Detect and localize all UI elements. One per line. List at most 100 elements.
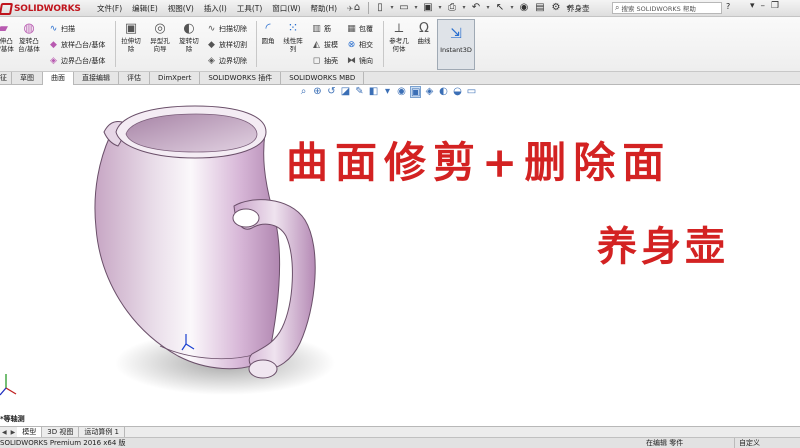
loft-boss-button[interactable]: ◆ 放样凸台/基体	[48, 39, 105, 51]
quick-access-toolbar: ⌂ ▯ ▾ ▭ ▾ ▣ ▾ ⎙ ▾ ↶ ▾ ↖ ▾ ◉ ▤ ⚙ ▾	[350, 1, 571, 15]
handle-top-attachment	[232, 208, 260, 228]
menu-edit[interactable]: 编辑(E)	[127, 3, 163, 14]
tab-model[interactable]: 模型	[17, 426, 43, 438]
menu-view[interactable]: 视图(V)	[163, 3, 199, 14]
hole-wizard-button[interactable]: ◎ 异型孔 向导	[147, 21, 173, 53]
minimize-icon[interactable]: –	[761, 1, 766, 11]
swept-cut-button[interactable]: ∿ 扫描切除	[206, 23, 247, 35]
new-document-icon[interactable]: ▯	[373, 1, 387, 15]
video-title: 曲面修剪+删除面	[286, 138, 672, 187]
home-icon[interactable]: ⌂	[350, 1, 364, 15]
shell-icon: ◻	[312, 55, 321, 66]
search-icon: ⌕	[615, 3, 620, 12]
zoom-to-area-icon[interactable]: ⊕	[312, 86, 323, 98]
shaded-with-edges-icon[interactable]: ▣	[410, 86, 421, 98]
fillet-button[interactable]: ◜ 圆角	[258, 21, 278, 46]
product-version: SOLIDWORKS Premium 2016 x64 版	[0, 439, 126, 447]
draft-icon: ◭	[313, 39, 320, 50]
menu-tools[interactable]: 工具(T)	[232, 3, 267, 14]
open-dropdown-icon[interactable]: ▾	[413, 1, 419, 15]
select-cursor-icon[interactable]: ↖	[493, 1, 507, 15]
select-dropdown-icon[interactable]: ▾	[509, 1, 515, 15]
fillet-label: 圆角	[261, 37, 275, 45]
display-style-icon[interactable]: ◉	[396, 86, 407, 98]
boundary-cut-button[interactable]: ◈ 边界切除	[206, 55, 247, 67]
tab-features[interactable]: 征	[0, 72, 12, 85]
open-folder-icon[interactable]: ▭	[397, 1, 411, 15]
rib-button[interactable]: ▥ 筋	[311, 23, 331, 35]
hide-show-items-icon[interactable]: ◈	[424, 86, 435, 98]
options-gear-icon[interactable]: ⚙	[549, 1, 563, 15]
tab-scroll-prev-icon[interactable]: ▶	[9, 429, 18, 436]
undo-icon[interactable]: ↶	[469, 1, 483, 15]
linear-pattern-button[interactable]: ⁙ 线性阵 列	[281, 21, 305, 53]
curves-button[interactable]: Ω 曲线	[414, 21, 434, 46]
lofted-cut-icon: ◆	[208, 39, 215, 50]
edit-appearance-icon[interactable]: ◐	[438, 86, 449, 98]
previous-view-icon[interactable]: ↺	[326, 86, 337, 98]
boundary-boss-icon: ◈	[50, 55, 57, 66]
apply-scene-icon[interactable]: ◒	[452, 86, 463, 98]
reference-geometry-label: 参考几 何体	[389, 37, 409, 53]
tab-direct-editing[interactable]: 直接编辑	[74, 72, 119, 85]
display-style-dropdown-icon[interactable]: ▾	[382, 86, 393, 98]
kettle-body	[94, 122, 281, 370]
save-icon[interactable]: ▣	[421, 1, 435, 15]
help-controls: ?	[726, 2, 730, 11]
extrude-cut-icon: ▣	[124, 21, 138, 36]
tab-motion-study[interactable]: 运动算例 1	[79, 426, 126, 438]
view-settings-icon[interactable]: ▭	[466, 86, 477, 98]
undo-dropdown-icon[interactable]: ▾	[485, 1, 491, 15]
tab-surfaces[interactable]: 曲面	[43, 72, 74, 85]
dynamic-annotation-icon[interactable]: ✎	[354, 86, 365, 98]
tab-scroll-first-icon[interactable]: ◀	[0, 429, 9, 436]
revolve-boss-button[interactable]: ◍ 旋转凸 台/基体	[15, 21, 43, 53]
view-orientation-icon[interactable]: ◧	[368, 86, 379, 98]
file-properties-icon[interactable]: ▤	[533, 1, 547, 15]
save-dropdown-icon[interactable]: ▾	[437, 1, 443, 15]
solidworks-logo: SOLIDWORKS	[0, 1, 81, 16]
help-search-box[interactable]: ⌕ 搜索 SOLIDWORKS 帮助	[612, 2, 722, 14]
menu-file[interactable]: 文件(F)	[92, 3, 127, 14]
extrude-cut-button[interactable]: ▣ 拉伸切 除	[119, 21, 143, 53]
section-view-icon[interactable]: ◪	[340, 86, 351, 98]
menu-window[interactable]: 窗口(W)	[267, 3, 305, 14]
tab-evaluate[interactable]: 评估	[119, 72, 150, 85]
boundary-boss-button[interactable]: ◈ 边界凸台/基体	[48, 55, 105, 67]
print-icon[interactable]: ⎙	[445, 1, 459, 15]
tab-dimxpert[interactable]: DimXpert	[150, 72, 201, 85]
draft-button[interactable]: ◭ 拔模	[311, 39, 338, 51]
reference-geometry-button[interactable]: ⟂ 参考几 何体	[386, 21, 412, 53]
lofted-cut-button[interactable]: ◆ 放样切割	[206, 39, 247, 51]
help-dropdown-icon[interactable]: ▾	[750, 1, 755, 11]
zoom-to-fit-icon[interactable]: ⌕	[298, 86, 309, 98]
tab-addins[interactable]: SOLIDWORKS 插件	[200, 72, 282, 85]
new-dropdown-icon[interactable]: ▾	[389, 1, 395, 15]
shell-button[interactable]: ◻ 抽壳	[311, 55, 338, 67]
help-question-button[interactable]: ?	[726, 2, 730, 11]
intersect-button[interactable]: ⊗ 相交	[346, 39, 373, 51]
wrap-icon: ▦	[347, 23, 356, 34]
solidworks-window: SOLIDWORKS 文件(F) 编辑(E) 视图(V) 插入(I) 工具(T)…	[0, 0, 800, 448]
tab-mbd[interactable]: SOLIDWORKS MBD	[281, 72, 365, 85]
menu-insert[interactable]: 插入(I)	[199, 3, 232, 14]
rebuild-icon[interactable]: ◉	[517, 1, 531, 15]
revolve-cut-button[interactable]: ◐ 旋转切 除	[176, 21, 202, 53]
sweep-button[interactable]: ∿ 扫描	[48, 23, 75, 35]
ribbon-separator	[383, 21, 384, 67]
wrap-button[interactable]: ▦ 包覆	[346, 23, 373, 35]
print-dropdown-icon[interactable]: ▾	[461, 1, 467, 15]
instant3d-button[interactable]: ⇲ Instant3D	[437, 19, 475, 70]
menu-help[interactable]: 帮助(H)	[306, 3, 343, 14]
title-bar: SOLIDWORKS 文件(F) 编辑(E) 视图(V) 插入(I) 工具(T)…	[0, 0, 800, 17]
sweep-label: 扫描	[61, 25, 75, 33]
restore-icon[interactable]: ❐	[771, 1, 779, 11]
window-controls: ▾ – ❐	[750, 1, 779, 11]
extrude-boss-button[interactable]: ▰ 拉伸凸 台/基体	[0, 21, 14, 53]
lofted-cut-label: 放样切割	[219, 41, 247, 49]
tab-3d-views[interactable]: 3D 视图	[42, 426, 80, 438]
instant3d-icon: ⇲	[450, 26, 462, 42]
mirror-button[interactable]: ⧓ 镜向	[346, 55, 373, 67]
tab-sketch[interactable]: 草图	[12, 72, 43, 85]
unit-system-selector[interactable]: 自定义	[734, 438, 760, 448]
